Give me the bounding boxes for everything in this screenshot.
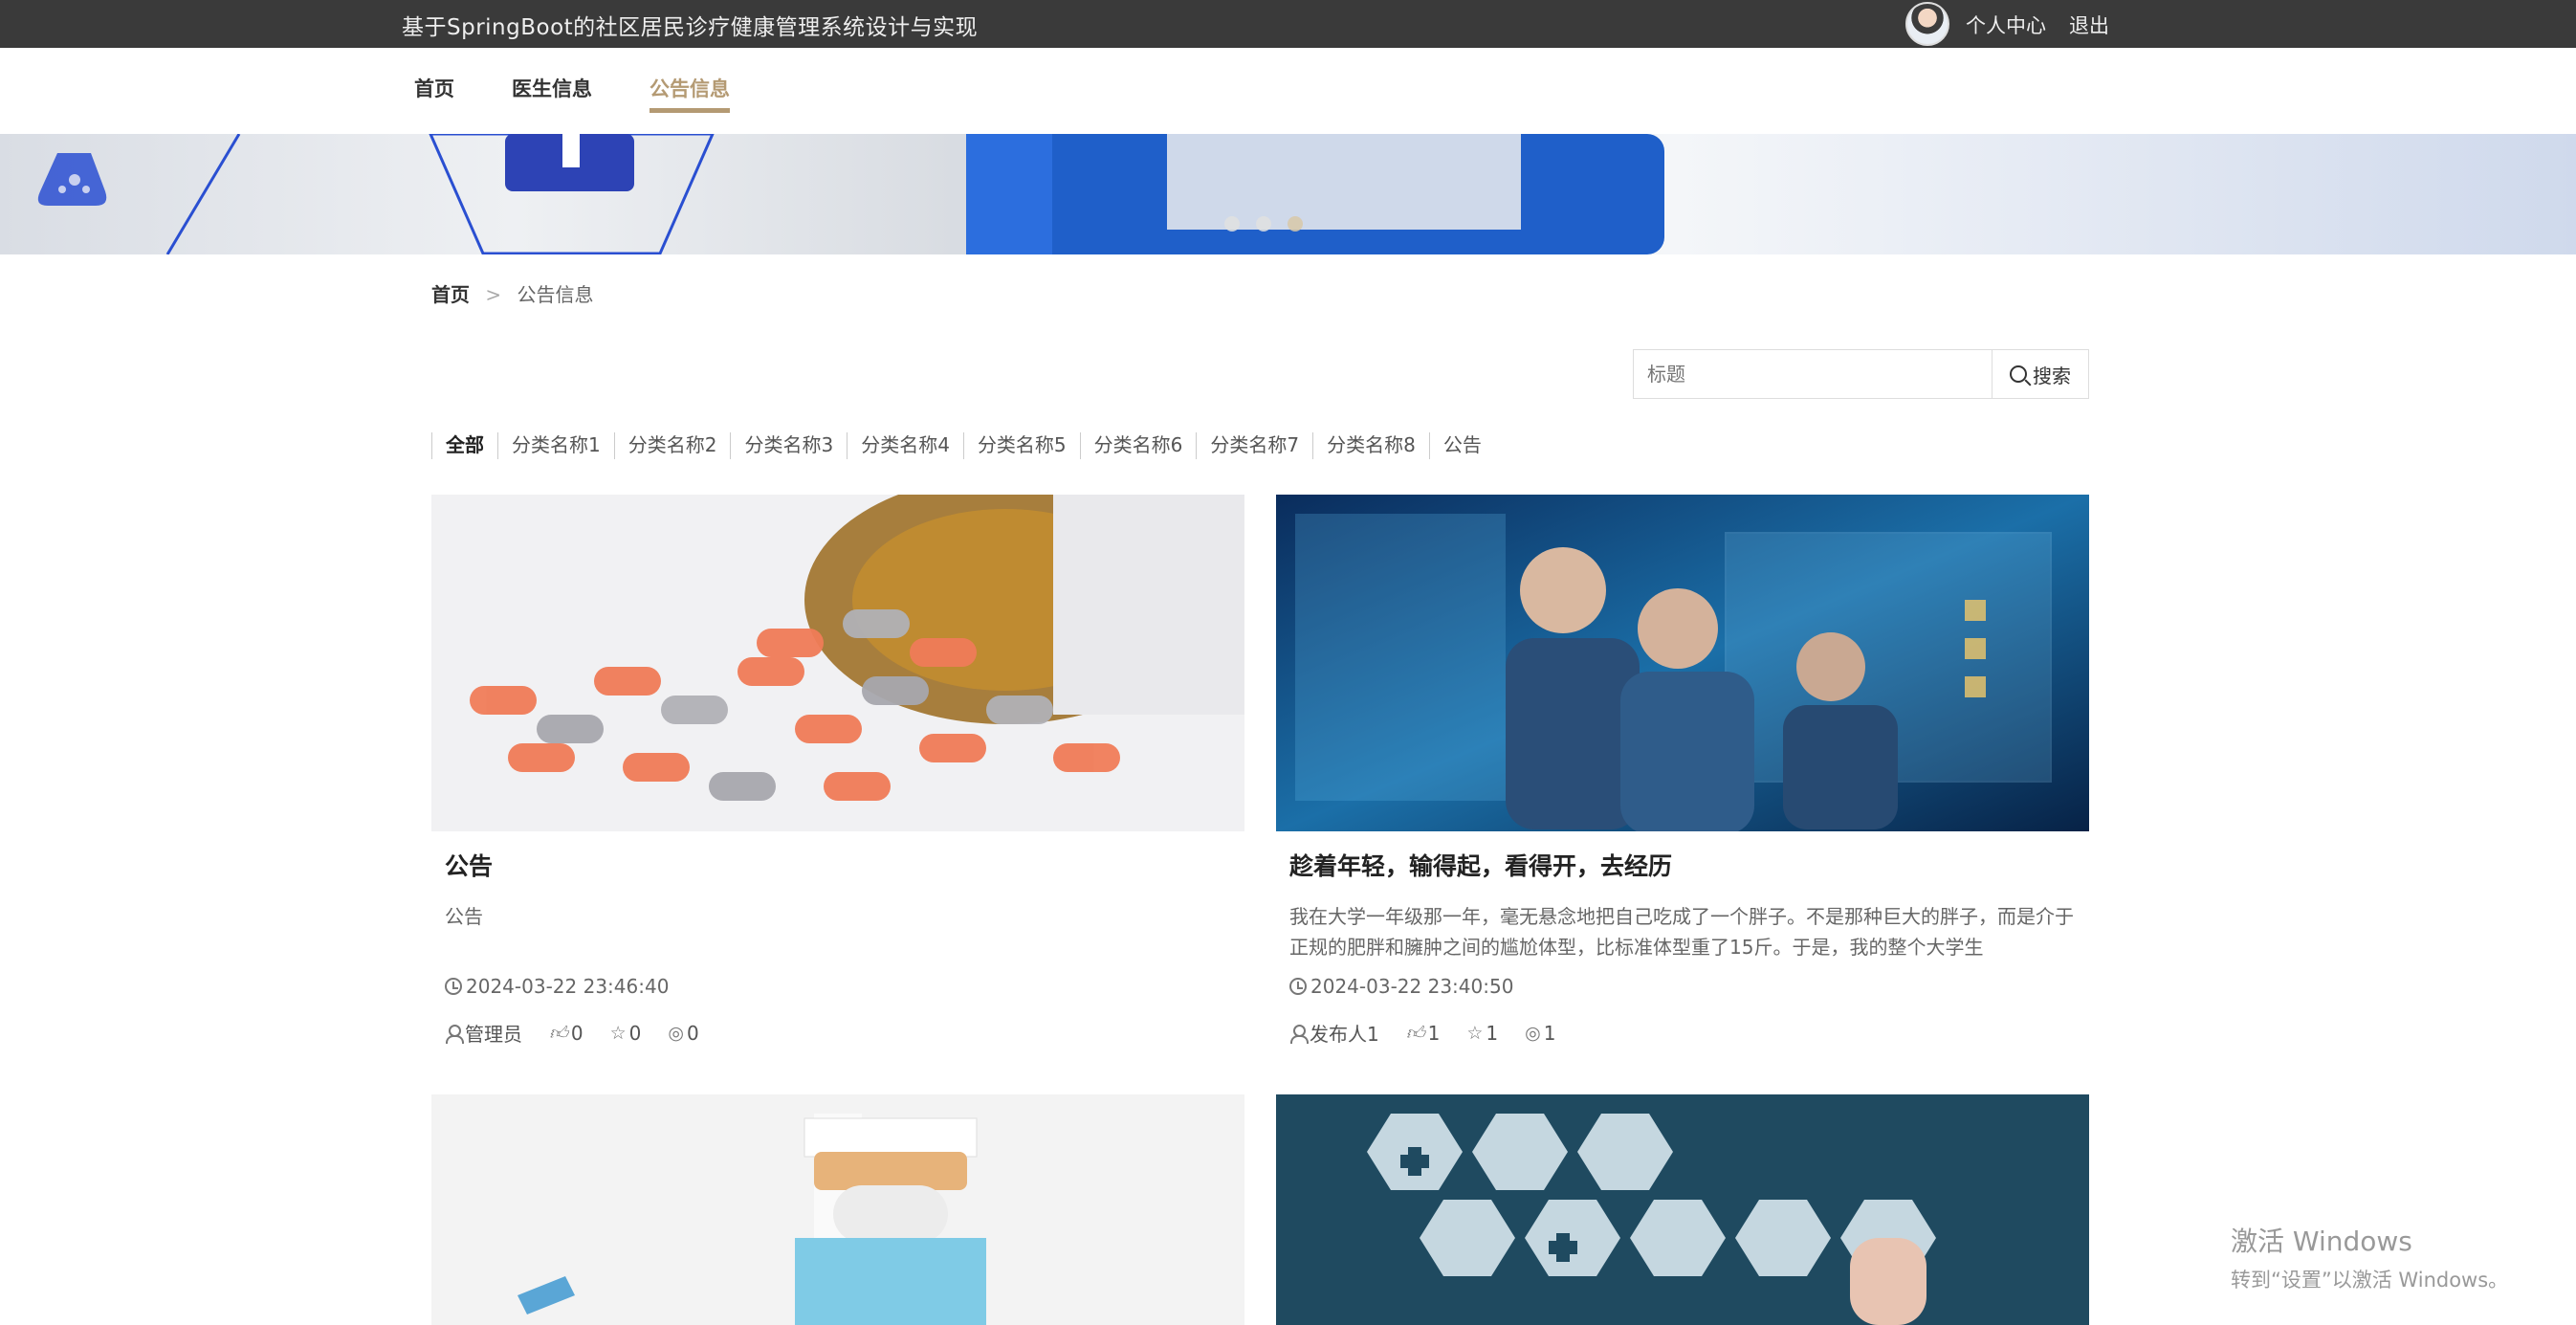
carousel-dot[interactable]	[1224, 216, 1240, 232]
category-tab[interactable]: 分类名称7	[1196, 432, 1312, 459]
eye-icon: ◎	[668, 1022, 684, 1044]
likes-count: 1	[1427, 1021, 1441, 1045]
search-button-label: 搜索	[2033, 364, 2071, 387]
user-icon	[445, 1024, 464, 1044]
carousel-dots	[1224, 216, 1314, 235]
favorites-count: 1	[1486, 1021, 1499, 1045]
category-tab-notice[interactable]: 公告	[1428, 432, 1495, 459]
user-center-link[interactable]: 个人中心	[1966, 11, 2046, 39]
thumbs-up-icon: 👍︎	[1405, 1022, 1425, 1044]
breadcrumb-home[interactable]: 首页	[431, 283, 470, 306]
card-description: 公告	[445, 905, 483, 928]
title-search-input[interactable]	[1633, 349, 1993, 399]
views-count: 1	[1543, 1021, 1556, 1045]
card-image-pills[interactable]	[431, 495, 1244, 831]
notice-card[interactable]	[431, 1094, 1244, 1325]
star-icon: ☆	[609, 1022, 627, 1044]
breadcrumb: 首页 > 公告信息	[431, 279, 593, 307]
clock-icon	[445, 978, 462, 995]
card-image-doctors[interactable]	[1276, 495, 2089, 831]
card-time: 2024-03-22 23:46:40	[466, 975, 670, 998]
watermark-line2: 转到“设置”以激活 Windows。	[2231, 1269, 2509, 1292]
breadcrumb-separator: >	[485, 283, 502, 306]
likes-count: 0	[570, 1021, 583, 1045]
category-tab[interactable]: 分类名称8	[1312, 432, 1429, 459]
author-name: 发布人1	[1310, 1023, 1379, 1046]
card-time: 2024-03-22 23:40:50	[1310, 975, 1514, 998]
top-header-bar: 基于SpringBoot的社区居民诊疗健康管理系统设计与实现 个人中心 退出	[0, 0, 2576, 48]
user-icon	[1289, 1024, 1309, 1044]
card-meta: 管理员 👍︎ 0 ☆ 0 ◎ 0	[445, 1019, 1244, 1047]
category-tab[interactable]: 分类名称1	[497, 432, 614, 459]
hero-banner	[0, 134, 2576, 254]
notice-card[interactable]: 公告 公告 2024-03-22 23:46:40 管理员 👍︎ 0 ☆ 0 ◎ 0	[431, 495, 1244, 1047]
carousel-dot[interactable]	[1256, 216, 1272, 232]
thumbs-up-icon: 👍︎	[549, 1022, 568, 1044]
carousel-dot-active[interactable]	[1288, 216, 1304, 232]
card-image-nurse[interactable]	[431, 1094, 1244, 1325]
nav-home[interactable]: 首页	[414, 74, 454, 108]
notice-card[interactable]: 趁着年轻，输得起，看得开，去经历 我在大学一年级那一年，毫无悬念地把自己吃成了一…	[1276, 495, 2089, 1047]
card-author: 发布人1	[1289, 1019, 1379, 1047]
category-tab[interactable]: 分类名称3	[730, 432, 847, 459]
card-timestamp: 2024-03-22 23:46:40	[445, 975, 1244, 998]
card-title[interactable]: 趁着年轻，输得起，看得开，去经历	[1289, 848, 2089, 882]
author-name: 管理员	[465, 1023, 522, 1046]
watermark-line1: 激活 Windows	[2231, 1226, 2412, 1257]
clock-icon	[1289, 978, 1307, 995]
card-views: ◎ 0	[668, 1019, 698, 1047]
banner-medical-graphic	[37, 134, 1664, 254]
site-title: 基于SpringBoot的社区居民诊疗健康管理系统设计与实现	[402, 15, 979, 40]
notice-card[interactable]	[1276, 1094, 2089, 1325]
main-nav: 首页 医生信息 公告信息	[0, 48, 2576, 134]
card-favorites: ☆ 1	[1466, 1019, 1498, 1047]
card-image-medical-icons[interactable]	[1276, 1094, 2089, 1325]
breadcrumb-current: 公告信息	[517, 283, 594, 306]
category-tabs: 全部 分类名称1 分类名称2 分类名称3 分类名称4 分类名称5 分类名称6 分…	[431, 432, 1495, 459]
card-meta: 发布人1 👍︎ 1 ☆ 1 ◎ 1	[1289, 1019, 2089, 1047]
category-tab[interactable]: 分类名称2	[613, 432, 731, 459]
star-icon: ☆	[1466, 1022, 1484, 1044]
logout-link[interactable]: 退出	[2069, 11, 2109, 39]
category-tab-all[interactable]: 全部	[431, 432, 497, 459]
card-author: 管理员	[445, 1019, 522, 1047]
card-description: 我在大学一年级那一年，毫无悬念地把自己吃成了一个胖子。不是那种巨大的胖子，而是介…	[1289, 905, 2074, 959]
search-button[interactable]: 搜索	[1992, 349, 2089, 399]
user-avatar[interactable]	[1905, 2, 1949, 46]
card-likes: 👍︎ 0	[549, 1019, 583, 1047]
category-tab[interactable]: 分类名称6	[1079, 432, 1197, 459]
windows-activation-watermark: 激活 Windows 转到“设置”以激活 Windows。	[2231, 1221, 2508, 1293]
eye-icon: ◎	[1525, 1022, 1541, 1044]
favorites-count: 0	[628, 1021, 642, 1045]
nav-doctor-info[interactable]: 医生信息	[512, 74, 592, 108]
category-tab[interactable]: 分类名称5	[962, 432, 1080, 459]
views-count: 0	[686, 1021, 699, 1045]
nav-notice-info[interactable]: 公告信息	[650, 74, 730, 113]
card-likes: 👍︎ 1	[1406, 1019, 1441, 1047]
card-favorites: ☆ 0	[610, 1019, 642, 1047]
card-title[interactable]: 公告	[445, 848, 1244, 882]
card-views: ◎ 1	[1525, 1019, 1555, 1047]
category-tab[interactable]: 分类名称4	[847, 432, 963, 459]
card-timestamp: 2024-03-22 23:40:50	[1289, 975, 2089, 998]
search-icon	[2010, 365, 2027, 383]
